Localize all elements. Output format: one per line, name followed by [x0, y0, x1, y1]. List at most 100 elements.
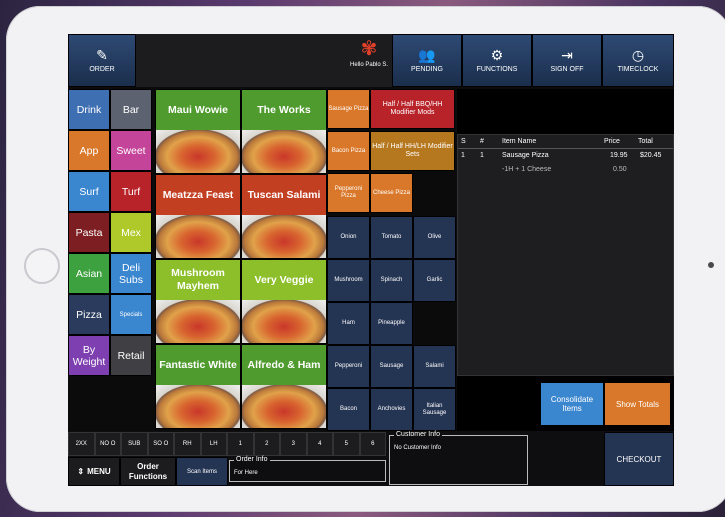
sign-off-button[interactable]: ⇥ SIGN OFF — [532, 34, 602, 87]
topping-button[interactable]: Pepperoni — [327, 345, 370, 388]
topping-button[interactable]: Italian Sausage — [413, 388, 456, 431]
category-sweet[interactable]: Sweet — [110, 130, 152, 171]
topping-button[interactable]: Ham — [327, 302, 370, 345]
half-half-sets-button[interactable]: Half / Half HH/LH Modifier Sets — [370, 131, 455, 171]
col-total: Total — [638, 138, 653, 145]
pizza-label: Maui Wowie — [168, 103, 228, 116]
quick-key[interactable]: SUB — [121, 432, 148, 456]
pending-button[interactable]: 👥 PENDING — [392, 34, 462, 87]
bacon-pizza-button[interactable]: Bacon Pizza — [327, 131, 370, 171]
quick-key[interactable]: NO O — [94, 432, 121, 456]
consolidate-items-button[interactable]: Consolidate Items — [540, 382, 604, 426]
category-surf[interactable]: Surf — [68, 171, 110, 212]
row-qty: 1 — [480, 152, 484, 159]
topping-button[interactable]: Pineapple — [370, 302, 413, 345]
topping-button[interactable]: Bacon — [327, 388, 370, 431]
sausage-pizza-button[interactable]: Sausage Pizza — [327, 89, 370, 129]
table-row[interactable]: 1 1 Sausage Pizza 19.95 $20.45 -1H + 1 C… — [458, 150, 673, 178]
topping-button[interactable]: Garlic — [413, 259, 456, 302]
category-retail[interactable]: Retail — [110, 335, 152, 376]
half-half-mods-button[interactable]: Half / Half BBQ/HH Modifier Mods — [370, 89, 455, 129]
order-info-label: Order Info — [234, 456, 270, 463]
exit-door-icon: ⇥ — [561, 47, 573, 63]
row-total: $20.45 — [640, 152, 662, 159]
category-deli-subs[interactable]: Deli Subs — [110, 253, 152, 294]
pizza-photo — [242, 385, 326, 428]
topping-button[interactable]: Sausage — [370, 345, 413, 388]
topping-button[interactable]: Anchovies — [370, 388, 413, 431]
order-info-box[interactable]: Order Info For Here — [229, 456, 386, 482]
category-specials[interactable]: Specials — [110, 294, 152, 335]
pizza-button[interactable]: The Works — [241, 89, 327, 174]
chevron-updown-icon: ⇕ — [77, 467, 85, 476]
sign-off-label: SIGN OFF — [550, 66, 584, 73]
category-pasta[interactable]: Pasta — [68, 212, 110, 253]
order-label: ORDER — [89, 66, 115, 73]
category-pizza[interactable]: Pizza — [68, 294, 110, 335]
quick-key[interactable]: LH — [200, 432, 227, 456]
col-price: Price — [604, 138, 620, 145]
pizza-label: Tuscan Salami — [247, 188, 321, 201]
col-qty: # — [480, 138, 484, 145]
pizza-label: Very Veggie — [254, 273, 314, 286]
quick-key[interactable]: 2 — [253, 432, 280, 456]
clock-icon: ◷ — [631, 47, 645, 63]
modifier-price: 0.50 — [613, 166, 627, 173]
timeclock-label: TIMECLOCK — [617, 66, 659, 73]
quick-key[interactable]: 4 — [306, 432, 333, 456]
category-mex[interactable]: Mex — [110, 212, 152, 253]
pizza-button[interactable]: Fantastic White — [155, 344, 241, 429]
pizza-button[interactable]: Mushroom Mayhem — [155, 259, 241, 344]
customer-info-label: Customer Info — [394, 431, 442, 438]
timeclock-button[interactable]: ◷ TIMECLOCK — [602, 34, 674, 87]
topping-button[interactable]: Salami — [413, 345, 456, 388]
pizza-button[interactable]: Meatzza Feast — [155, 174, 241, 259]
category-asian[interactable]: Asian — [68, 253, 110, 294]
pizza-button[interactable]: Maui Wowie — [155, 89, 241, 174]
customer-info-box[interactable]: Customer Info No Customer Info — [389, 431, 528, 485]
pizza-photo — [242, 300, 326, 343]
user-greeting: Hello Pablo S. — [349, 62, 389, 68]
customer-info-value: No Customer Info — [394, 445, 442, 451]
topping-button[interactable]: Tomato — [370, 216, 413, 259]
topping-button[interactable]: Mushroom — [327, 259, 370, 302]
home-button[interactable] — [24, 248, 60, 284]
quick-key[interactable]: SO O — [147, 432, 174, 456]
quick-key[interactable]: 1 — [227, 432, 254, 456]
order-ticket: S # Item Name Price Total 1 1 Sausage Pi… — [457, 134, 674, 376]
category-app[interactable]: App — [68, 130, 110, 171]
col-item: Item Name — [502, 138, 537, 145]
category-bar[interactable]: Bar — [110, 89, 152, 130]
category-by-weight[interactable]: By Weight — [68, 335, 110, 376]
pizza-button[interactable]: Alfredo & Ham — [241, 344, 327, 429]
pizza-button[interactable]: Tuscan Salami — [241, 174, 327, 259]
users-icon: 👥 — [418, 47, 436, 63]
pizza-button[interactable]: Very Veggie — [241, 259, 327, 344]
topping-button[interactable]: Spinach — [370, 259, 413, 302]
quick-key[interactable]: 5 — [333, 432, 360, 456]
header-divider — [458, 148, 673, 149]
functions-button[interactable]: ⚙ FUNCTIONS — [462, 34, 532, 87]
category-turf[interactable]: Turf — [110, 171, 152, 212]
pepperoni-pizza-button[interactable]: Pepperoni Pizza — [327, 173, 370, 213]
pending-label: PENDING — [411, 66, 443, 73]
show-totals-button[interactable]: Show Totals — [604, 382, 671, 426]
cheese-pizza-button[interactable]: Cheese Pizza — [370, 173, 413, 213]
logo-icon: ✾ — [360, 38, 378, 60]
order-button[interactable]: ✎ ORDER — [68, 34, 136, 87]
topping-button[interactable]: Olive — [413, 216, 456, 259]
checkout-button[interactable]: CHECKOUT — [604, 432, 674, 486]
category-drink[interactable]: Drink — [68, 89, 110, 130]
quick-key[interactable]: 3 — [280, 432, 307, 456]
pos-screen: ✎ ORDER ✾ Hello Pablo S. 👥 PENDING ⚙ FUN… — [68, 34, 674, 486]
pizza-photo — [242, 215, 326, 258]
quick-key[interactable]: 6 — [359, 432, 386, 456]
scan-items-button[interactable]: Scan Items — [176, 457, 228, 486]
order-functions-button[interactable]: Order Functions — [120, 457, 176, 486]
quick-key[interactable]: 2XX — [68, 432, 95, 456]
menu-button[interactable]: ⇕ MENU — [68, 457, 120, 486]
topping-button[interactable]: Onion — [327, 216, 370, 259]
quick-key[interactable]: RH — [174, 432, 201, 456]
row-price: 19.95 — [610, 152, 628, 159]
row-seat: 1 — [461, 152, 465, 159]
